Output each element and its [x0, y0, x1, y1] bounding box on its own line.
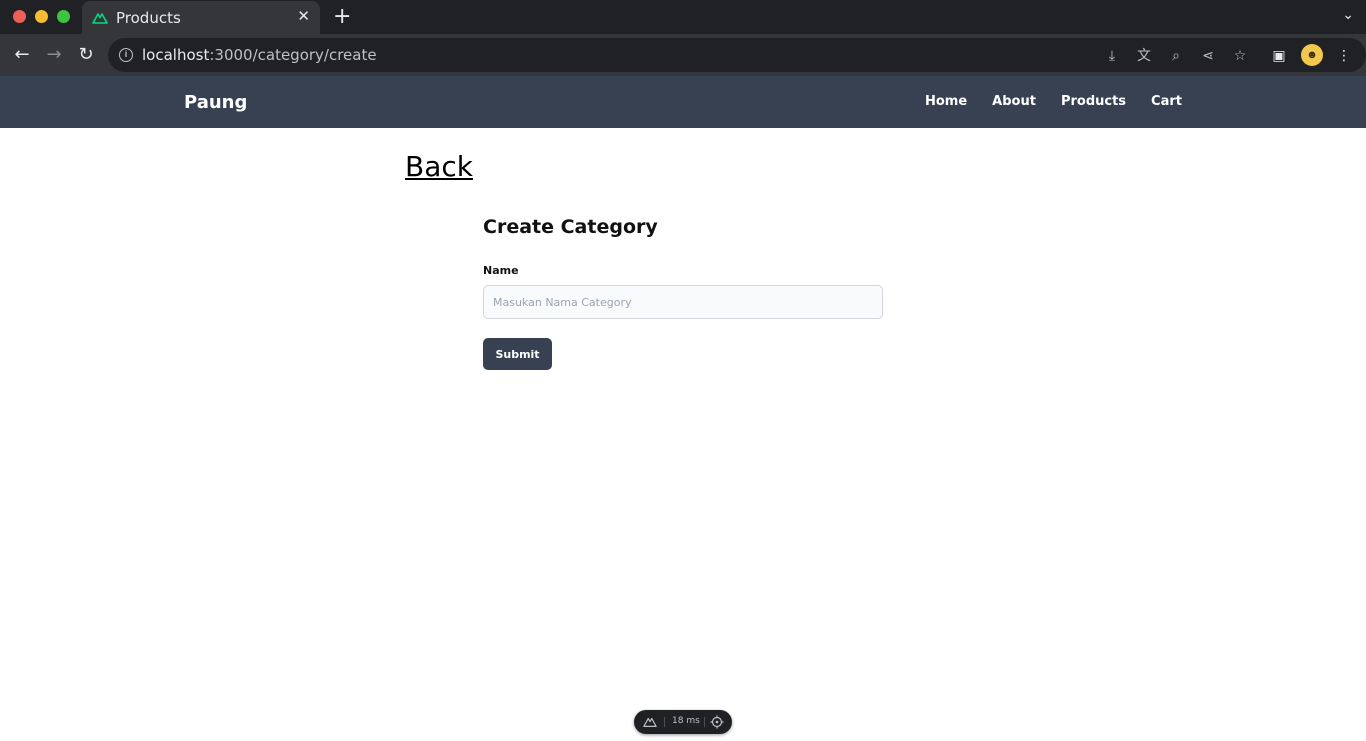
- nuxt-logo-icon: [643, 717, 657, 727]
- back-link[interactable]: Back: [405, 150, 473, 183]
- name-label: Name: [483, 264, 519, 277]
- share-icon[interactable]: ⋖: [1199, 46, 1217, 64]
- window-minimize-button[interactable]: [35, 10, 48, 23]
- star-icon[interactable]: ☆: [1231, 46, 1249, 64]
- tab-search-chevron-icon[interactable]: ⌄: [1342, 6, 1354, 23]
- render-time-label: 18 ms: [672, 716, 700, 726]
- back-arrow-icon[interactable]: ←: [10, 43, 34, 67]
- nav-link-products[interactable]: Products: [1061, 94, 1126, 109]
- side-panel-icon[interactable]: ▣: [1269, 45, 1289, 65]
- window-maximize-button[interactable]: [57, 10, 70, 23]
- devtools-divider: [664, 717, 665, 727]
- browser-toolbar: ← → ↻ i localhost:3000/category/create ⤓…: [0, 34, 1366, 76]
- brand-logo-text[interactable]: Paung: [184, 92, 247, 113]
- browser-tabstrip: Products ✕ + ⌄: [0, 0, 1366, 34]
- info-icon[interactable]: i: [119, 48, 133, 62]
- translate-icon[interactable]: 文: [1135, 46, 1153, 64]
- inspect-target-icon[interactable]: [710, 715, 724, 729]
- browser-tab-active[interactable]: Products ✕: [82, 1, 320, 34]
- zoom-icon[interactable]: ⌕: [1167, 46, 1185, 64]
- window-close-button[interactable]: [13, 10, 26, 23]
- nav-link-cart[interactable]: Cart: [1151, 94, 1182, 109]
- menu-icon[interactable]: ⋮: [1334, 45, 1354, 65]
- devtools-pill[interactable]: 18 ms: [634, 710, 732, 734]
- form-title: Create Category: [483, 216, 658, 238]
- profile-icon[interactable]: ☻: [1301, 44, 1323, 66]
- nav-links: Home About Products Cart: [925, 94, 1182, 109]
- tab-close-icon[interactable]: ✕: [297, 8, 310, 26]
- nuxt-favicon-icon: [92, 13, 108, 24]
- nav-link-home[interactable]: Home: [925, 94, 967, 109]
- url-text[interactable]: localhost:3000/category/create: [142, 46, 377, 64]
- nav-link-about[interactable]: About: [992, 94, 1036, 109]
- new-tab-icon[interactable]: +: [333, 6, 351, 28]
- address-bar[interactable]: i localhost:3000/category/create ⤓ 文 ⌕ ⋖…: [108, 38, 1366, 72]
- forward-arrow-icon[interactable]: →: [42, 43, 66, 67]
- tab-title: Products: [116, 9, 181, 27]
- site-navbar: Paung Home About Products Cart: [0, 76, 1366, 128]
- reload-icon[interactable]: ↻: [74, 43, 98, 67]
- install-icon[interactable]: ⤓: [1103, 46, 1121, 64]
- submit-button[interactable]: Submit: [483, 338, 552, 370]
- devtools-divider: [704, 717, 705, 727]
- category-name-input[interactable]: [483, 285, 883, 319]
